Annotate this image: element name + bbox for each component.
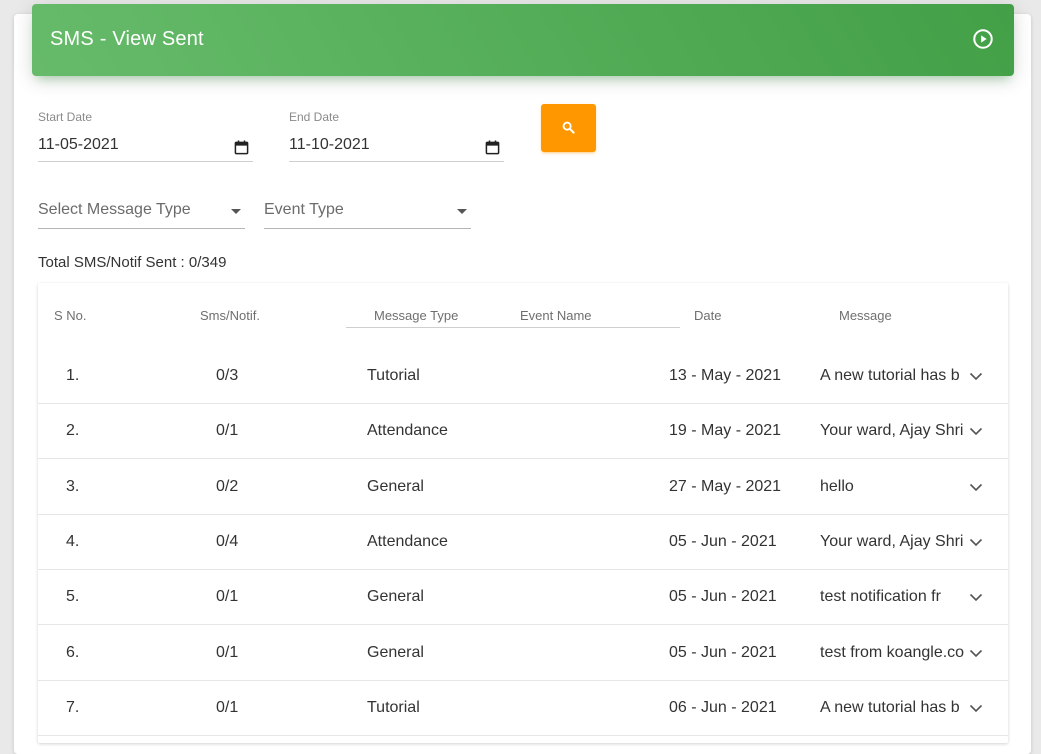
end-date-input[interactable]: 11-10-2021 — [289, 131, 504, 162]
calendar-icon[interactable] — [485, 140, 500, 155]
cell-date: 05 - Jun - 2021 — [669, 643, 777, 661]
cell-sms-notif: 0/4 — [216, 532, 239, 550]
event-type-select[interactable]: Event Type — [264, 198, 471, 229]
play-circle-icon[interactable] — [972, 28, 994, 50]
cell-date: 05 - Jun - 2021 — [669, 532, 777, 550]
search-button[interactable] — [541, 104, 596, 152]
cell-message-type: General — [367, 588, 424, 606]
cell-date: 13 - May - 2021 — [669, 367, 782, 384]
cell-message: A new tutorial has b — [820, 698, 960, 716]
cell-sms-notif: 0/1 — [216, 698, 239, 716]
page-title: SMS - View Sent — [50, 28, 204, 50]
calendar-icon[interactable] — [234, 140, 249, 155]
chevron-down-icon[interactable] — [969, 538, 983, 547]
cell-message: Your ward, Ajay Shri — [820, 532, 964, 550]
chevron-down-icon[interactable] — [969, 704, 983, 713]
cell-sno: 5. — [66, 588, 80, 606]
cell-message: test notification fr — [820, 588, 941, 606]
cell-date: 27 - May - 2021 — [669, 477, 782, 495]
chevron-down-icon[interactable] — [969, 593, 983, 602]
cell-date: 05 - Jun - 2021 — [669, 588, 777, 606]
cell-sms-notif: 0/1 — [216, 588, 239, 606]
cell-sno: 4. — [66, 532, 80, 550]
total-sent-text: Total SMS/Notif Sent : 0/349 — [38, 254, 227, 271]
dropdown-arrow-icon — [457, 209, 467, 214]
table-row[interactable]: 4. 0/4 Attendance 05 - Jun - 2021 Your ward,… — [38, 514, 1008, 570]
table-row[interactable]: 5. 0/1 General 05 - Jun - 2021 test notifica… — [38, 569, 1008, 626]
cell-sms-notif: 0/3 — [216, 367, 239, 384]
col-header-date: Date — [694, 308, 722, 323]
event-type-value: Event Type — [264, 201, 344, 218]
sent-table: S No. Sms/Notif. Message Type Event Name… — [38, 283, 1008, 743]
end-date-label: End Date — [289, 110, 340, 124]
col-header-message-type: Message Type — [374, 308, 459, 323]
cell-message: test from koangle.co — [820, 643, 965, 661]
chevron-down-icon[interactable] — [969, 483, 983, 492]
cell-sno: 1. — [66, 367, 80, 384]
cell-message-type: General — [367, 643, 424, 661]
col-header-sno: S No. — [54, 308, 87, 323]
cell-message-type: Attendance — [367, 422, 448, 440]
col-header-event-name: Event Name — [520, 308, 592, 323]
cell-message: Your ward, Ajay Shri — [820, 422, 964, 440]
cell-sno: 3. — [66, 477, 80, 495]
chevron-down-icon[interactable] — [969, 649, 983, 658]
message-type-select[interactable]: Select Message Type — [38, 198, 245, 229]
col-header-message: Message — [839, 308, 892, 323]
cell-date: 06 - Jun - 2021 — [669, 698, 777, 716]
start-date-input[interactable]: 11-05-2021 — [38, 131, 253, 162]
cell-message-type: Attendance — [367, 532, 448, 550]
cell-sno: 7. — [66, 698, 80, 716]
cell-message: hello — [820, 477, 854, 495]
chevron-down-icon[interactable] — [969, 427, 983, 436]
cell-sms-notif: 0/2 — [216, 477, 239, 495]
search-icon — [562, 121, 575, 134]
col-header-sms-notif: Sms/Notif. — [200, 308, 260, 323]
start-date-value: 11-05-2021 — [38, 136, 119, 153]
table-row[interactable]: 7. 0/1 Tutorial 06 - Jun - 2021 A new tutori… — [38, 680, 1008, 736]
end-date-value: 11-10-2021 — [289, 136, 370, 153]
cell-message-type: Tutorial — [367, 367, 420, 384]
table-row[interactable]: 3. 0/2 General 27 - May - 2021 hello — [38, 459, 1008, 515]
page-header: SMS - View Sent — [32, 4, 1014, 76]
chevron-down-icon[interactable] — [969, 372, 983, 381]
cell-sno: 6. — [66, 643, 80, 661]
table-row[interactable]: 6. 0/1 General 05 - Jun - 2021 test from koa… — [38, 625, 1008, 681]
cell-message-type: General — [367, 477, 424, 495]
header-filter-underline — [346, 327, 680, 328]
table-row[interactable]: 1. 0/3 Tutorial 13 - May - 2021 A new tutori… — [38, 348, 1008, 404]
cell-message-type: Tutorial — [367, 698, 420, 716]
cell-message: A new tutorial has b — [820, 367, 960, 384]
cell-sno: 2. — [66, 422, 80, 440]
start-date-label: Start Date — [38, 110, 93, 124]
dropdown-arrow-icon — [231, 209, 241, 214]
table-row[interactable]: 2. 0/1 Attendance 19 - May - 2021 Your ward,… — [38, 403, 1008, 460]
cell-date: 19 - May - 2021 — [669, 422, 782, 440]
message-type-value: Select Message Type — [38, 201, 191, 218]
cell-sms-notif: 0/1 — [216, 643, 239, 661]
cell-sms-notif: 0/1 — [216, 422, 239, 440]
